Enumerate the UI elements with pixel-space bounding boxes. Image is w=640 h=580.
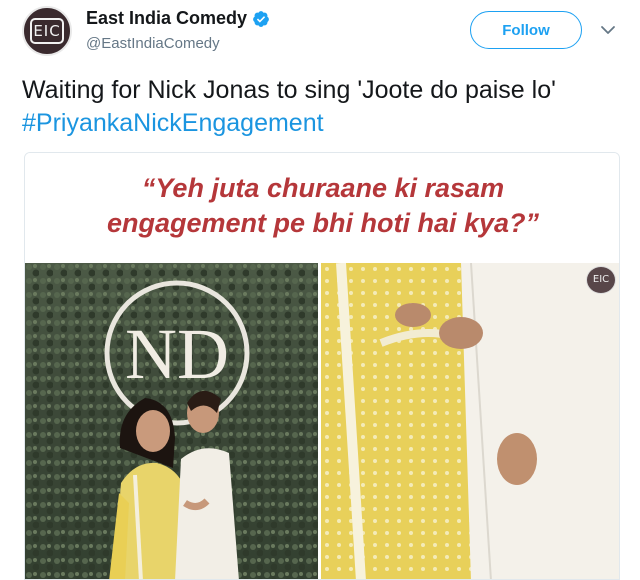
avatar[interactable]: EIC — [22, 6, 72, 56]
monogram: ND — [125, 314, 229, 394]
tweet-text: Waiting for Nick Jonas to sing 'Joote do… — [22, 74, 632, 140]
avatar-logo: EIC — [30, 18, 64, 44]
chevron-down-icon[interactable] — [600, 22, 616, 38]
tweet-header: EIC East India Comedy @EastIndiaComedy F… — [0, 0, 640, 62]
follow-button[interactable]: Follow — [470, 11, 582, 49]
engagement-photo-left-illustration: ND — [25, 263, 318, 579]
tweet-media[interactable]: “Yeh juta churaane ki rasam engagement p… — [24, 152, 620, 580]
verified-badge-icon — [253, 10, 269, 27]
engagement-photo-left: ND — [25, 263, 318, 579]
engagement-photo-right-illustration — [321, 263, 619, 579]
watermark-logo: EIC — [586, 266, 616, 294]
quote-banner: “Yeh juta churaane ki rasam engagement p… — [25, 153, 619, 263]
name-row: East India Comedy — [86, 8, 270, 29]
quote-line-1: “Yeh juta churaane ki rasam — [141, 173, 505, 203]
display-name[interactable]: East India Comedy — [86, 8, 247, 29]
engagement-photo-right — [321, 263, 619, 579]
quote-line-2: engagement pe bhi hoti hai kya?” — [106, 208, 540, 238]
handle[interactable]: @EastIndiaComedy — [86, 35, 220, 52]
tweet-body: Waiting for Nick Jonas to sing 'Joote do… — [22, 76, 556, 104]
hashtag-link[interactable]: #PriyankaNickEngagement — [22, 109, 324, 137]
